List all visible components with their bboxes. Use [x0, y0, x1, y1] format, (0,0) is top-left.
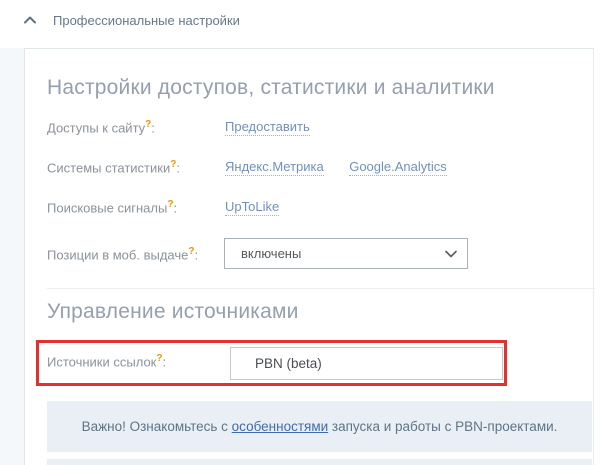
heading-source-management: Управление источниками [47, 300, 299, 323]
label-mobile-positions: Позиции в моб. выдаче?: [47, 246, 199, 263]
yandex-metrika-link[interactable]: Яндекс.Метрика [225, 159, 324, 176]
next-section-edge [47, 459, 592, 465]
pbn-features-link[interactable]: особенностями [232, 419, 329, 434]
chevron-down-icon [445, 250, 457, 258]
section-header-professional-settings[interactable]: Профессиональные настройки [24, 10, 240, 30]
section-divider [47, 288, 595, 289]
label-search-signals: Поисковые сигналы?: [47, 199, 178, 216]
uptolike-link[interactable]: UpToLike [225, 199, 280, 216]
section-header-label: Профессиональные настройки [53, 12, 240, 28]
heading-access-statistics: Настройки доступов, статистики и аналити… [47, 76, 495, 99]
label-site-access: Доступы к сайту?: [47, 119, 155, 136]
mobile-positions-select-value: включены [241, 246, 302, 261]
label-statistics-systems: Системы статистики?: [47, 159, 180, 176]
value-search-signals: UpToLike [225, 198, 280, 216]
left-gutter [0, 48, 24, 465]
mobile-positions-select[interactable]: включены [224, 238, 468, 269]
chevron-up-icon[interactable] [24, 16, 36, 24]
google-analytics-link[interactable]: Google.Analytics [349, 159, 447, 176]
value-statistics-systems: Яндекс.Метрика Google.Analytics [225, 158, 447, 176]
pbn-notice: Важно! Ознакомьтесь с особенностями запу… [47, 401, 592, 452]
link-sources-input[interactable] [230, 347, 503, 380]
value-site-access: Предоставить [225, 118, 310, 136]
professional-settings-page: Профессиональные настройки Настройки дос… [0, 0, 600, 465]
grant-access-link[interactable]: Предоставить [225, 119, 310, 136]
label-link-sources: Источники ссылок?: [47, 353, 167, 370]
